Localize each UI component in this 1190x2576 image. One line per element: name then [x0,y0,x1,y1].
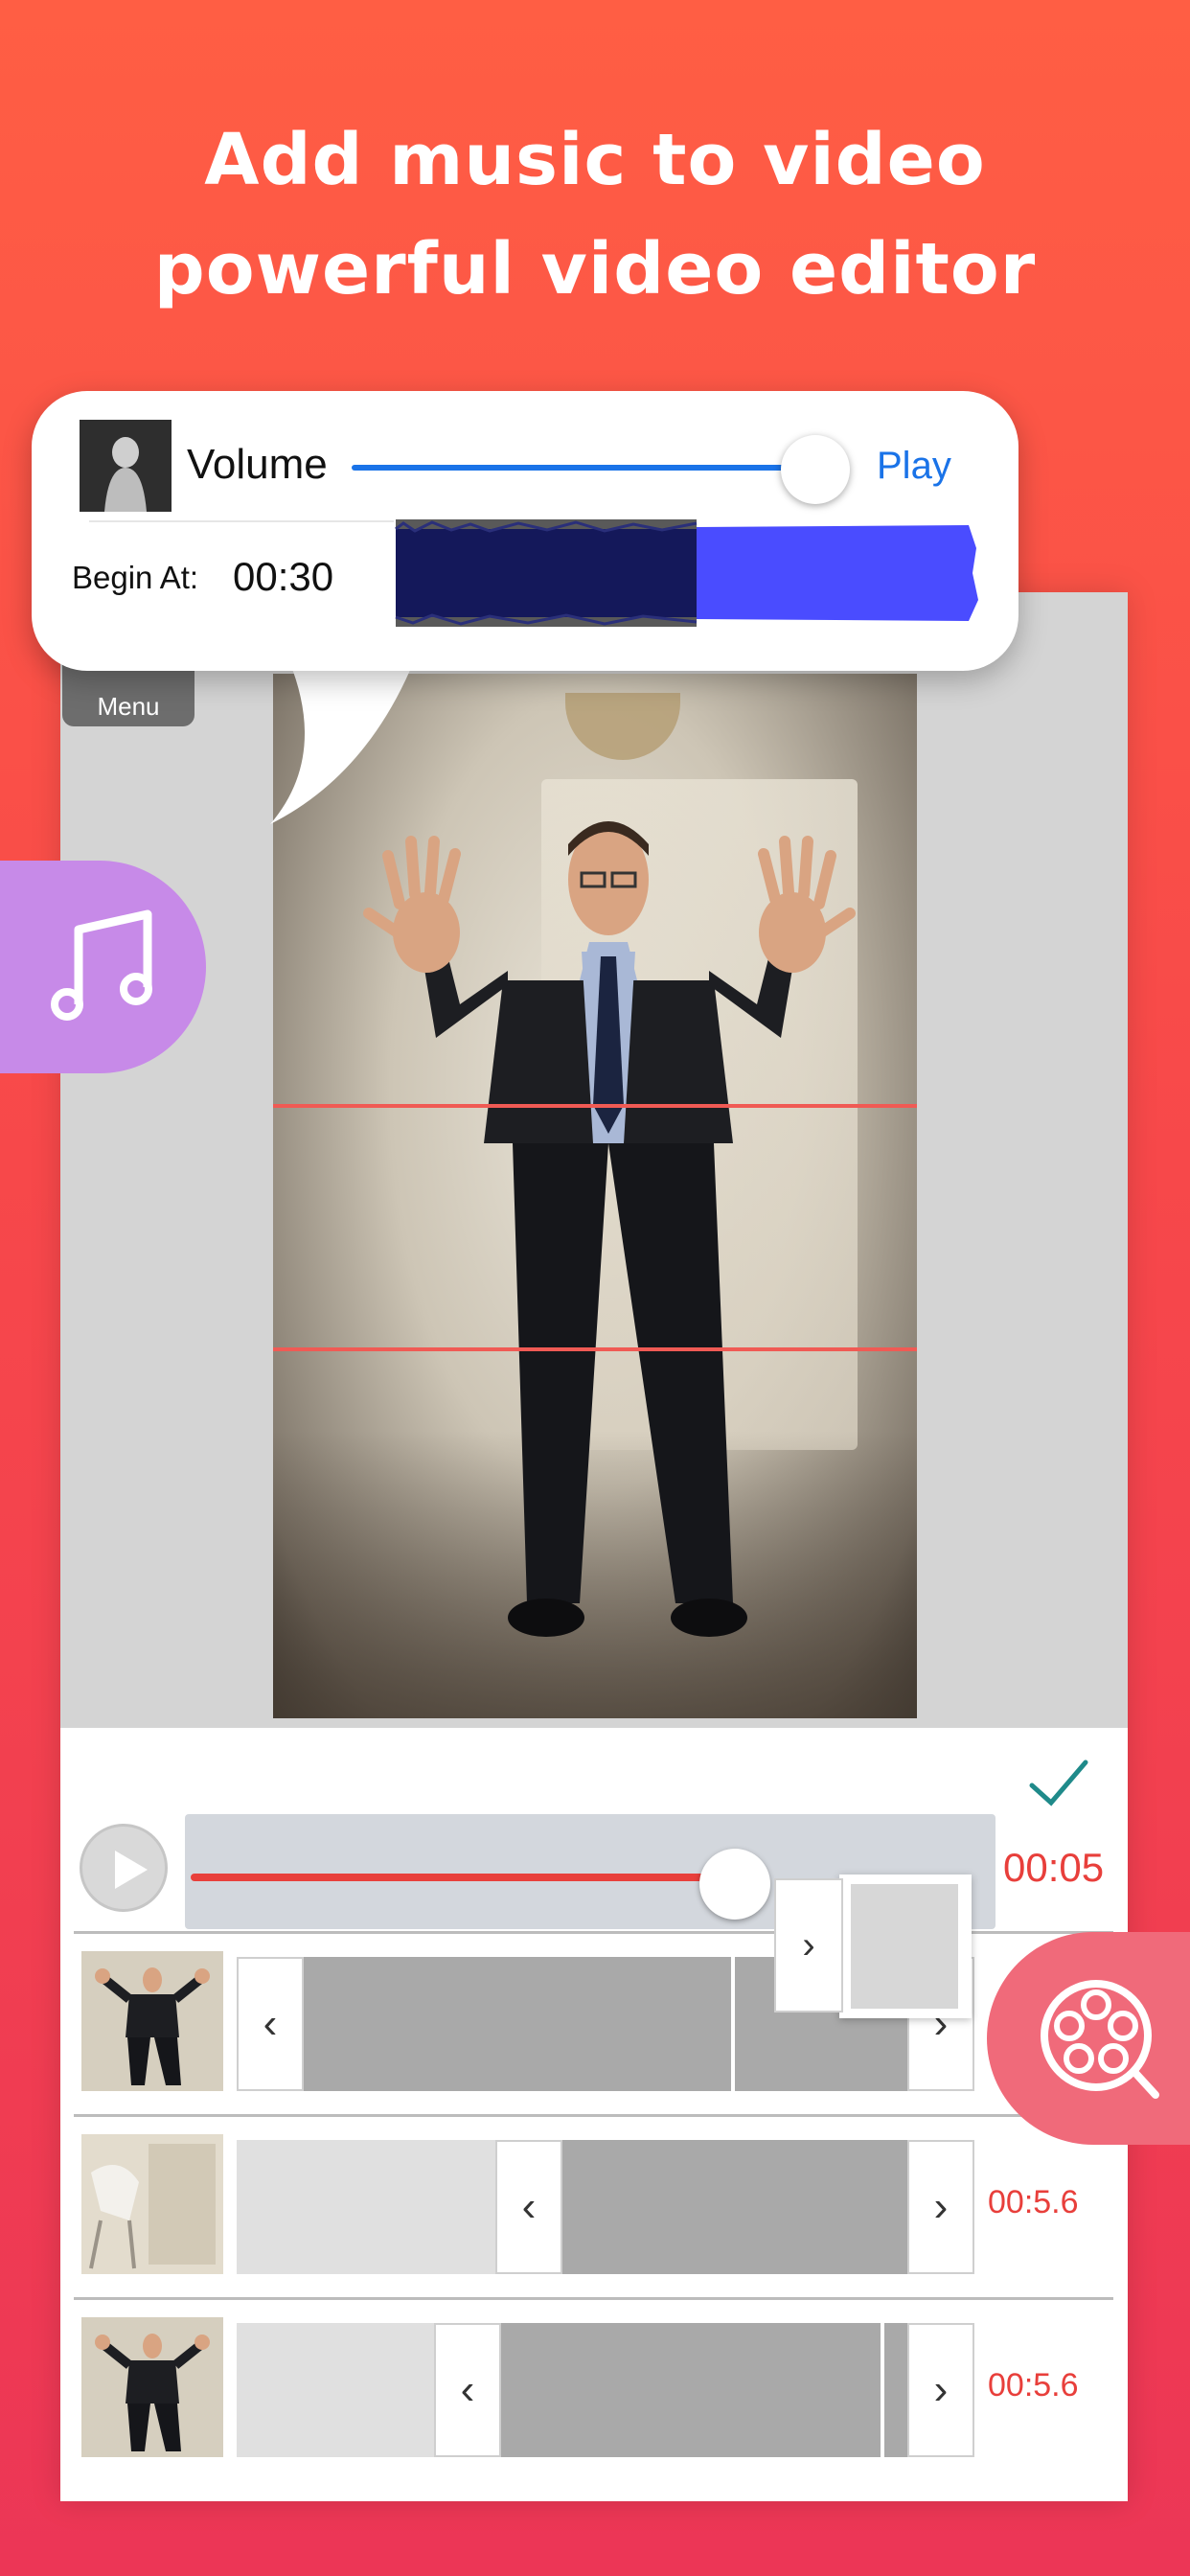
album-art [80,420,172,512]
clip-divider [881,2323,884,2457]
volume-label: Volume [187,441,328,488]
clip-thumbnail[interactable] [81,2317,223,2457]
man-in-suit-image [363,821,856,1637]
lamp-shape [565,693,680,760]
headline: Add music to video powerful video editor [0,105,1190,324]
audio-waveform[interactable] [394,519,990,627]
trim-handle-left[interactable]: ‹ [495,2140,562,2274]
clip-thumbnail[interactable] [81,1951,223,2091]
headline-line-2: powerful video editor [153,228,1037,310]
clip-row-3: ‹ › 00:5.6 [74,2297,1113,2469]
play-button[interactable] [80,1824,168,1912]
trim-handle-right[interactable]: › [907,2323,974,2457]
chevron-right-icon[interactable]: › [774,1878,843,2012]
drag-preview[interactable]: › [774,1874,972,2022]
volume-card: Volume Play Begin At: 00:30 [32,391,1018,671]
timeline-panel: 00:05 ‹ › ‹ › 00:5.6 ‹ › 00:5.6 [60,1728,1128,2501]
video-preview[interactable] [273,674,917,1718]
clip-divider [731,1957,735,2091]
current-time: 00:05 [1003,1845,1105,1890]
trim-handle-left[interactable]: ‹ [434,2323,501,2457]
app-screen: Menu 00:05 ‹ › ‹ › 00:5.6 ‹ › 00:5.6 [60,592,1128,2501]
clip-thumbnail[interactable] [81,2134,223,2274]
clip-row-2: ‹ › 00:5.6 [74,2114,1113,2286]
progress-knob[interactable] [699,1849,770,1920]
begin-at-value: 00:30 [233,554,334,599]
play-link[interactable]: Play [877,445,951,488]
clip-duration: 00:5.6 [988,2367,1079,2404]
clip-selection[interactable] [495,2140,946,2274]
menu-label: Menu [97,692,160,721]
music-badge[interactable] [0,861,206,1073]
volume-slider-knob[interactable] [781,435,850,504]
drag-preview-box [839,1874,972,2018]
begin-at-label: Begin At: [72,560,199,595]
split-line-top[interactable] [273,1104,917,1108]
split-line-bottom[interactable] [273,1347,917,1351]
film-reel-icon [1041,1980,1159,2099]
volume-slider-track[interactable] [352,465,812,471]
checkmark-icon[interactable] [1028,1757,1089,1810]
trim-handle-left[interactable]: ‹ [237,1957,304,2091]
film-reel-badge[interactable] [987,1932,1190,2145]
progress-fill [191,1874,762,1881]
play-icon [115,1851,148,1889]
clip-duration: 00:5.6 [988,2184,1079,2220]
clip-selection[interactable] [434,2323,946,2457]
music-note-icon [51,909,152,1021]
headline-line-1: Add music to video [204,119,986,201]
callout-tail [270,661,414,824]
trim-handle-right[interactable]: › [907,2140,974,2274]
